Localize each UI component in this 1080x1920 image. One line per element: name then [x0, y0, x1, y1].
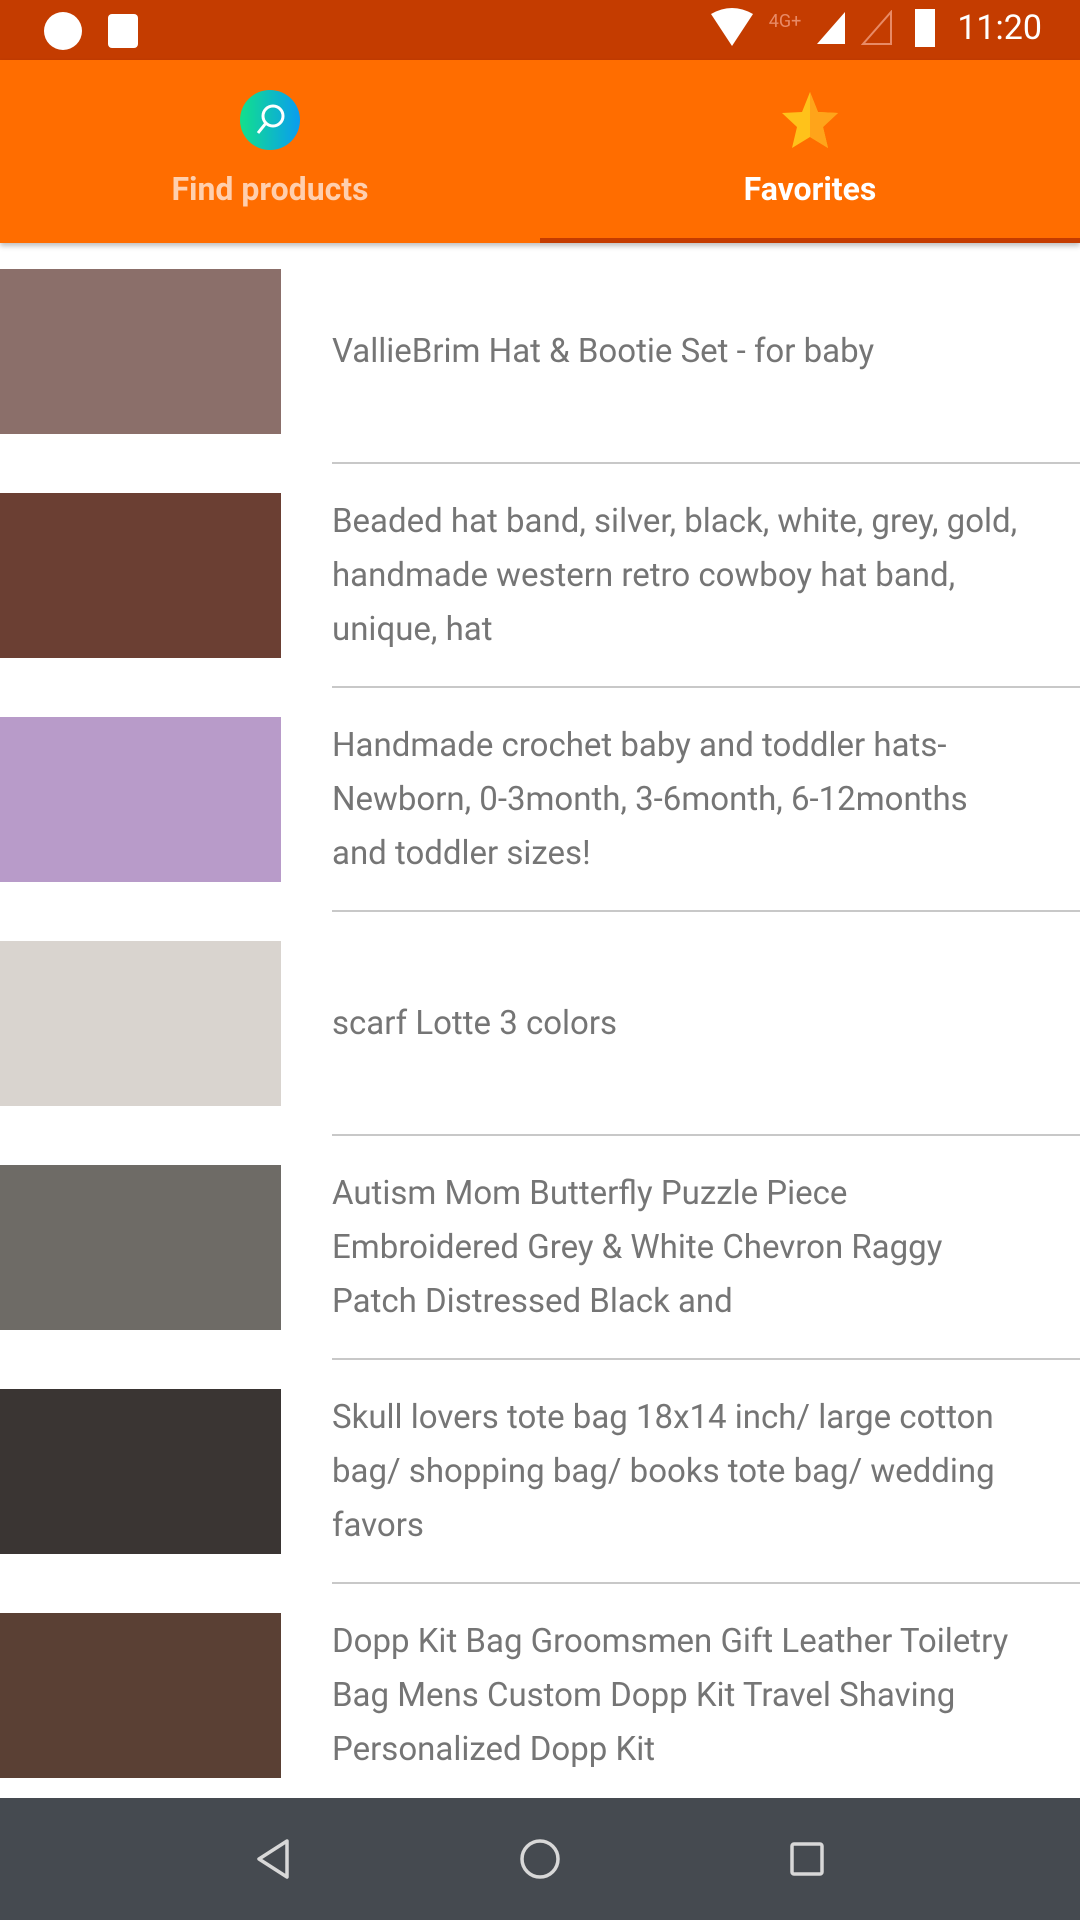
signal-empty-icon [861, 10, 893, 45]
product-title: Handmade crochet baby and toddler hats- … [332, 725, 968, 873]
tab-favorites[interactable]: Favorites [540, 60, 1080, 243]
product-thumbnail [0, 717, 281, 882]
app-r-icon [44, 12, 82, 50]
back-icon[interactable] [253, 1837, 293, 1881]
tab-bar: Find products Favorites [0, 60, 1080, 243]
network-type: 4G+ [768, 10, 802, 32]
product-thumbnail [0, 493, 281, 658]
product-thumbnail [0, 1613, 281, 1778]
battery-icon [915, 9, 936, 47]
product-title: Autism Mom Butterfly Puzzle Piece Embroi… [332, 1173, 943, 1321]
list-item[interactable]: Handmade crochet baby and toddler hats- … [0, 688, 1080, 912]
product-title: Beaded hat band, silver, black, white, g… [332, 501, 1018, 649]
list-item[interactable]: Beaded hat band, silver, black, white, g… [0, 464, 1080, 688]
search-icon [240, 90, 300, 150]
home-icon[interactable] [518, 1837, 562, 1881]
tab-label: Favorites [743, 170, 877, 208]
list-item[interactable]: scarf Lotte 3 colors [0, 912, 1080, 1136]
product-thumbnail [0, 941, 281, 1106]
product-title: Skull lovers tote bag 18x14 inch/ large … [332, 1397, 995, 1545]
signal-icon [817, 12, 846, 44]
wifi-icon [710, 8, 753, 46]
product-thumbnail [0, 269, 281, 434]
clock: 11:20 [957, 8, 1042, 48]
product-title: Dopp Kit Bag Groomsmen Gift Leather Toil… [332, 1621, 1009, 1769]
product-title: scarf Lotte 3 colors [332, 1003, 618, 1043]
product-thumbnail [0, 1165, 281, 1330]
navigation-bar [0, 1798, 1080, 1920]
recents-icon[interactable] [787, 1839, 827, 1879]
tab-label: Find products [171, 170, 369, 208]
star-icon [782, 92, 838, 148]
status-bar: 4G+ 11:20 [0, 0, 1080, 60]
list-item[interactable]: Autism Mom Butterfly Puzzle Piece Embroi… [0, 1136, 1080, 1360]
list-item[interactable]: Skull lovers tote bag 18x14 inch/ large … [0, 1360, 1080, 1584]
gallery-icon [108, 14, 138, 48]
list-item[interactable]: Dopp Kit Bag Groomsmen Gift Leather Toil… [0, 1584, 1080, 1798]
product-title: VallieBrim Hat & Bootie Set - for baby [332, 331, 875, 371]
product-thumbnail [0, 1389, 281, 1554]
tab-find-products[interactable]: Find products [0, 60, 540, 243]
list-item[interactable]: VallieBrim Hat & Bootie Set - for baby [0, 240, 1080, 464]
favorites-list: VallieBrim Hat & Bootie Set - for baby B… [0, 240, 1080, 1798]
